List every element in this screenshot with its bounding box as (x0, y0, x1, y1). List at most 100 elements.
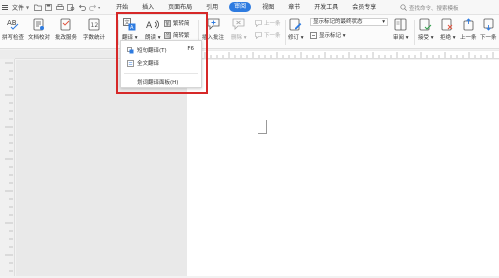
doc-check-button[interactable]: 文档校对 (28, 17, 50, 41)
svg-text:A: A (130, 25, 134, 31)
spellcheck-label: 拼写检查 (2, 35, 25, 41)
word-count-label: 字数统计 (83, 35, 106, 41)
ruler-corner (0, 50, 15, 59)
markup-state-select[interactable]: 显示标记的最终状态 ▾ (310, 18, 388, 26)
review-pane-icon (394, 17, 408, 31)
redo-icon[interactable] (88, 3, 97, 12)
next-change-icon (481, 17, 495, 31)
word-count-button[interactable]: 12 字数统计 (83, 17, 105, 41)
file-menu[interactable]: 文件 (10, 3, 26, 12)
track-changes-button[interactable]: 修订 ▾ (288, 17, 304, 41)
vertical-ruler[interactable] (0, 59, 15, 276)
batch-service-label: 批改服务 (55, 35, 78, 41)
previous-change-icon (461, 17, 475, 31)
trad-to-simp-button[interactable]: 繁 繁转简 (164, 19, 190, 27)
short-sentence-translate-item[interactable]: 短句翻译(T) (127, 46, 167, 54)
svg-text:AB: AB (7, 19, 17, 27)
document-translate-icon (127, 59, 134, 67)
review-pane-button[interactable]: 审阅 ▾ (393, 17, 409, 41)
simp-to-trad-button[interactable]: 简 简转繁 (164, 31, 190, 39)
ruler-ticks (5, 62, 13, 272)
tab-member[interactable]: 会员专享 (345, 0, 383, 15)
translate-icon: 文A (123, 17, 137, 31)
command-search[interactable]: 查找命令、搜索模板 (400, 3, 496, 12)
tab-view[interactable]: 视图 (255, 0, 281, 15)
insert-comment-button[interactable]: 插入批注 (202, 17, 224, 41)
next-comment-button[interactable]: 下一条 (255, 31, 281, 39)
batch-service-button[interactable]: 批改服务 (55, 17, 77, 41)
simp-to-trad-label: 简转繁 (173, 33, 190, 39)
ruler-ticks (204, 52, 494, 58)
word-translate-panel-item[interactable]: 划词翻译面板(H) (137, 78, 178, 86)
accept-button[interactable]: 接受 ▾ (418, 17, 434, 41)
next-comment-icon (255, 31, 262, 39)
svg-text:繁: 繁 (165, 20, 170, 26)
next-label: 下一条 (480, 35, 497, 41)
word-count-icon: 12 (87, 17, 101, 31)
show-markup-icon (310, 31, 317, 39)
shortcut-key: F6 (187, 46, 194, 52)
menu-icon[interactable] (0, 0, 10, 15)
accept-label: 接受 ▾ (418, 35, 434, 41)
more-icon[interactable]: ▾ (98, 5, 100, 10)
svg-text:12: 12 (91, 22, 99, 29)
track-changes-icon (289, 17, 303, 31)
tab-review[interactable]: 审阅 (229, 2, 252, 12)
previous-change-button[interactable]: 上一条 (460, 17, 477, 41)
tab-page-layout[interactable]: 页面布局 (161, 0, 199, 15)
menu-bar: 文件 ▼ ▾ 开始 插入 页面布局 引用 审阅 视图 章节 开发工具 会员专享 (0, 0, 499, 15)
word-translate-panel-label: 划词翻译面板(H) (137, 80, 179, 86)
delete-comment-icon (232, 17, 246, 31)
review-label: 审阅 ▾ (393, 35, 409, 41)
review-ribbon: AB 拼写检查 文档校对 批改服务 12 字数统计 文A 翻译 ▾ A 朗读 ▾ (0, 15, 499, 49)
translate-dropdown: 短句翻译(T) F6 全文翻译 划词翻译面板(H) (120, 40, 202, 88)
comment-icon (206, 17, 220, 31)
next-comment-label: 下一条 (264, 33, 281, 39)
separator (414, 20, 415, 45)
next-change-button[interactable]: 下一条 (480, 17, 497, 41)
svg-text:简: 简 (165, 32, 170, 38)
tab-insert[interactable]: 插入 (135, 0, 161, 15)
chevron-down-icon[interactable]: ▼ (26, 5, 29, 10)
print-preview-icon[interactable] (66, 3, 75, 12)
prev-comment-button[interactable]: 上一条 (255, 19, 281, 27)
undo-icon[interactable] (77, 3, 86, 12)
document-page[interactable] (187, 60, 499, 276)
reject-button[interactable]: 拒绝 ▾ (440, 17, 456, 41)
read-aloud-button[interactable]: A 朗读 ▾ (145, 17, 161, 41)
margin-corner-mark (258, 120, 267, 134)
menu-divider (124, 73, 198, 74)
show-markup-button[interactable]: 显示标记 ▾ (310, 31, 346, 39)
tab-section[interactable]: 章节 (281, 0, 307, 15)
save-icon[interactable] (44, 3, 53, 12)
convert-icon: 简 (164, 31, 171, 39)
search-icon (400, 4, 407, 11)
track-changes-label: 修订 ▾ (288, 35, 304, 41)
tab-developer[interactable]: 开发工具 (307, 0, 345, 15)
horizontal-ruler[interactable] (15, 50, 499, 59)
short-sentence-translate-label: 短句翻译(T) (137, 48, 167, 54)
prev-label: 上一条 (460, 35, 477, 41)
full-text-translate-label: 全文翻译 (137, 61, 160, 67)
spellcheck-button[interactable]: AB 拼写检查 (2, 17, 24, 41)
translate-button[interactable]: 文A 翻译 ▾ (122, 17, 138, 41)
chevron-down-icon: ▾ (382, 19, 385, 25)
reject-icon (441, 17, 455, 31)
insert-comment-label: 插入批注 (202, 35, 225, 41)
tab-home[interactable]: 开始 (109, 0, 135, 15)
quick-access-bar: 文件 ▼ ▾ (0, 0, 103, 15)
svg-text:A: A (146, 21, 153, 31)
delete-comment-button[interactable]: 删除 ▾ (231, 17, 247, 41)
ribbon-tabs: 开始 插入 页面布局 引用 审阅 视图 章节 开发工具 会员专享 (109, 0, 383, 15)
print-icon[interactable] (55, 3, 64, 12)
folder-icon[interactable] (33, 3, 42, 12)
batch-service-icon (59, 17, 73, 31)
doc-check-icon (32, 17, 46, 31)
separator (118, 20, 119, 45)
trad-to-simp-label: 繁转简 (173, 21, 190, 27)
read-aloud-icon: A (146, 17, 160, 31)
tab-references[interactable]: 引用 (199, 0, 225, 15)
reject-label: 拒绝 ▾ (440, 35, 456, 41)
delete-label: 删除 ▾ (231, 35, 247, 41)
full-text-translate-item[interactable]: 全文翻译 (127, 59, 159, 67)
